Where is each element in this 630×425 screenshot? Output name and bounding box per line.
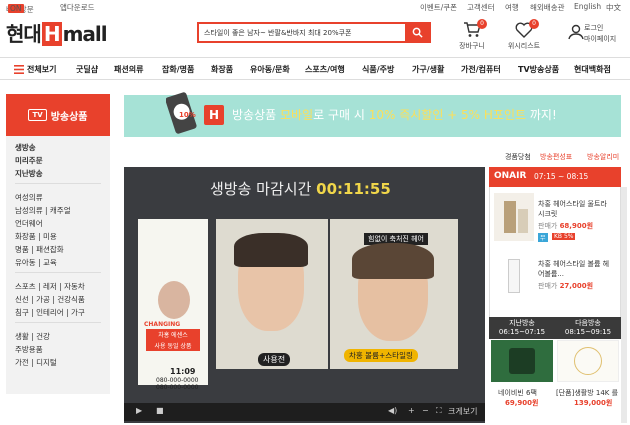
wish-count: 0 (529, 19, 539, 29)
sidebar-item-beauty[interactable]: 화장품 | 미용 (15, 231, 57, 242)
chinese-link[interactable]: 中文 (606, 2, 621, 13)
sidebar-item-luxury[interactable]: 명품 | 패션잡화 (15, 244, 64, 255)
countdown-title: 생방송 마감시간 00:11:55 (210, 180, 391, 198)
nav-all[interactable]: 전체보기 (27, 64, 56, 75)
prev-product-name[interactable]: 네이비빈 6팩 (498, 388, 537, 398)
fullscreen-icon[interactable]: ⛶ (436, 406, 442, 416)
main-category-nav: 전체보기 굿딜샵 패션의류 잡화/명품 화장품 유아동/문화 스포츠/여행 식품… (0, 57, 630, 80)
product-name: 차홍 헤어스타일 볼륨 헤어볼륨... (538, 260, 610, 278)
app-download-link[interactable]: 앱다운로드 (60, 2, 95, 13)
volume-icon[interactable]: ◀) (388, 406, 397, 415)
nav-sports[interactable]: 스포츠/여행 (305, 64, 345, 75)
sidebar-item-kids[interactable]: 유아동 | 교육 (15, 257, 57, 268)
product-price: 판매가 27,000원 (538, 282, 594, 290)
prev-product-price: 69,900원 (505, 399, 539, 407)
countdown-timer: 00:11:55 (316, 180, 391, 198)
live-video-player[interactable]: CHANGING 차홍 에센스 사용 동일 상품 11:09 080-000-0… (124, 167, 485, 423)
wishlist-button[interactable]: 0 위시리스트 (502, 19, 546, 51)
panel-scrollbar[interactable] (621, 187, 627, 423)
card-badge: KB 5% (552, 233, 576, 240)
product-item[interactable]: 차홍 헤어스타일 볼륨 헤어볼륨... 판매가 27,000원 (490, 251, 620, 309)
clock-label: 11:09 (170, 367, 196, 376)
nav-gooddeal[interactable]: 굿딜샵 (76, 64, 98, 75)
product-image (494, 253, 534, 301)
product-name: 차홍 헤어스타일 울트라 시크릿 (538, 200, 607, 218)
after-panel: 힘없이 축처진 헤어 차홍 볼륨+스타일링 (330, 219, 458, 369)
after-caption: 차홍 볼륨+스타일링 (344, 349, 418, 362)
search-button[interactable] (405, 24, 429, 41)
sidebar-item-living[interactable]: 생활 | 건강 (15, 331, 50, 342)
sidebar-item-live[interactable]: 생방송 (15, 142, 36, 153)
prev-product-image[interactable] (491, 340, 553, 382)
product-price: 판매가 68,900원 (538, 222, 594, 230)
onair-product-list: 차홍 헤어스타일 울트라 시크릿 판매가 68,900원 무 KB 5% 차홍 … (489, 187, 621, 317)
nav-dept-store[interactable]: 현대백화점 (574, 64, 611, 75)
brand-label: CHANGING (144, 321, 181, 328)
cart-count: 0 (477, 19, 487, 29)
nav-furniture[interactable]: 가구/생활 (412, 64, 444, 75)
discount-badge: 10% (179, 111, 196, 119)
nav-fashion[interactable]: 패션의류 (114, 64, 143, 75)
tab-prize[interactable]: 경품당첨 (505, 152, 531, 162)
sidebar-item-kitchen[interactable]: 주방용품 (15, 344, 43, 355)
next-product-name[interactable]: [단품]생활방 14K 를 ... (556, 388, 627, 398)
search-input[interactable] (199, 24, 403, 41)
sidebar-item-food[interactable]: 신선 | 가공 | 건강식품 (15, 294, 85, 305)
stop-icon[interactable]: ■ (156, 406, 164, 415)
before-panel: 사용전 (216, 219, 328, 369)
sidebar-item-men[interactable]: 남성의류 | 캐주얼 (15, 205, 71, 216)
login-button[interactable]: 로그인 마이페이지 (568, 22, 624, 44)
user-icon (568, 24, 584, 40)
banner-text: 방송상품 모바일로 구매 시 10% 즉시할인 + 5% H포인트 까지! (232, 108, 557, 122)
menu-icon (14, 65, 24, 74)
customer-center-link[interactable]: 고객센터 (467, 2, 495, 13)
product-item[interactable]: 차홍 헤어스타일 울트라 시크릿 판매가 68,900원 무 KB 5% (490, 191, 620, 249)
left-sidebar: TV 방송상품 생방송 미리주문 지난방송 여성의류 남성의류 | 캐주얼 언더웨… (6, 94, 110, 394)
nav-food[interactable]: 식품/주방 (362, 64, 394, 75)
events-link[interactable]: 이벤트/쿠폰 (420, 2, 457, 13)
tab-alarm[interactable]: 방송알리미 (587, 152, 619, 162)
next-product-image[interactable] (557, 340, 619, 382)
sidebar-item-preorder[interactable]: 미리주문 (15, 155, 43, 166)
nav-kids[interactable]: 유아동/문화 (250, 64, 290, 75)
on-badge: ON (8, 4, 24, 13)
enlarge-button[interactable]: 크게보기 (448, 406, 477, 417)
travel-link[interactable]: 여행 (505, 2, 519, 13)
prev-broadcast-header[interactable]: 지난방송 06:15~07:15 (489, 317, 555, 339)
host-image (158, 281, 190, 319)
promo-panel: CHANGING 차홍 에센스 사용 동일 상품 11:09 080-000-0… (138, 219, 208, 391)
sidebar-item-past[interactable]: 지난방송 (15, 168, 43, 179)
english-link[interactable]: English (574, 2, 601, 11)
tab-schedule[interactable]: 방송편성표 (540, 152, 572, 162)
sidebar-item-underwear[interactable]: 언더웨어 (15, 218, 43, 229)
search-icon (412, 27, 423, 38)
sidebar-item-women[interactable]: 여성의류 (15, 192, 43, 203)
sidebar-item-bedding[interactable]: 침구 | 인테리어 | 가구 (15, 307, 85, 318)
onair-header: ONAIR 07:15 ~ 08:15 (489, 167, 621, 187)
utility-bar: 바로방문ON 앱다운로드 이벤트/쿠폰 고객센터 여행 해외배송관 Englis… (0, 0, 630, 14)
sidebar-item-sports[interactable]: 스포츠 | 레저 | 자동차 (15, 281, 85, 292)
next-product-price: 139,000원 (574, 399, 613, 407)
tag-badge: 무 (538, 233, 548, 242)
nav-cosmetics[interactable]: 화장품 (211, 64, 233, 75)
nav-accessories[interactable]: 잡화/명품 (162, 64, 194, 75)
zoom-in-icon[interactable]: + (408, 406, 415, 415)
search-box (197, 22, 431, 43)
zoom-out-icon[interactable]: − (422, 406, 429, 415)
h-logo-icon: H (204, 105, 224, 125)
nav-electronics[interactable]: 가전/컴퓨터 (461, 64, 501, 75)
sidebar-item-digital[interactable]: 가전 | 디지털 (15, 357, 57, 368)
next-broadcast-header[interactable]: 다음방송 08:15~09:15 (555, 317, 621, 339)
site-logo[interactable]: 현대 Hmall (6, 18, 108, 47)
play-icon[interactable]: ▶ (136, 406, 142, 415)
video-controls: ▶ ■ ◀) + − ⛶ 크게보기 (124, 403, 485, 421)
overseas-link[interactable]: 해외배송관 (530, 2, 565, 13)
product-image (494, 193, 534, 241)
before-caption: 사용전 (258, 353, 291, 366)
nav-tv[interactable]: TV방송상품 (518, 64, 559, 75)
tv-icon: TV (28, 109, 47, 121)
cart-button[interactable]: 0 장바구니 (450, 19, 494, 51)
sidebar-header: TV 방송상품 (6, 94, 110, 136)
